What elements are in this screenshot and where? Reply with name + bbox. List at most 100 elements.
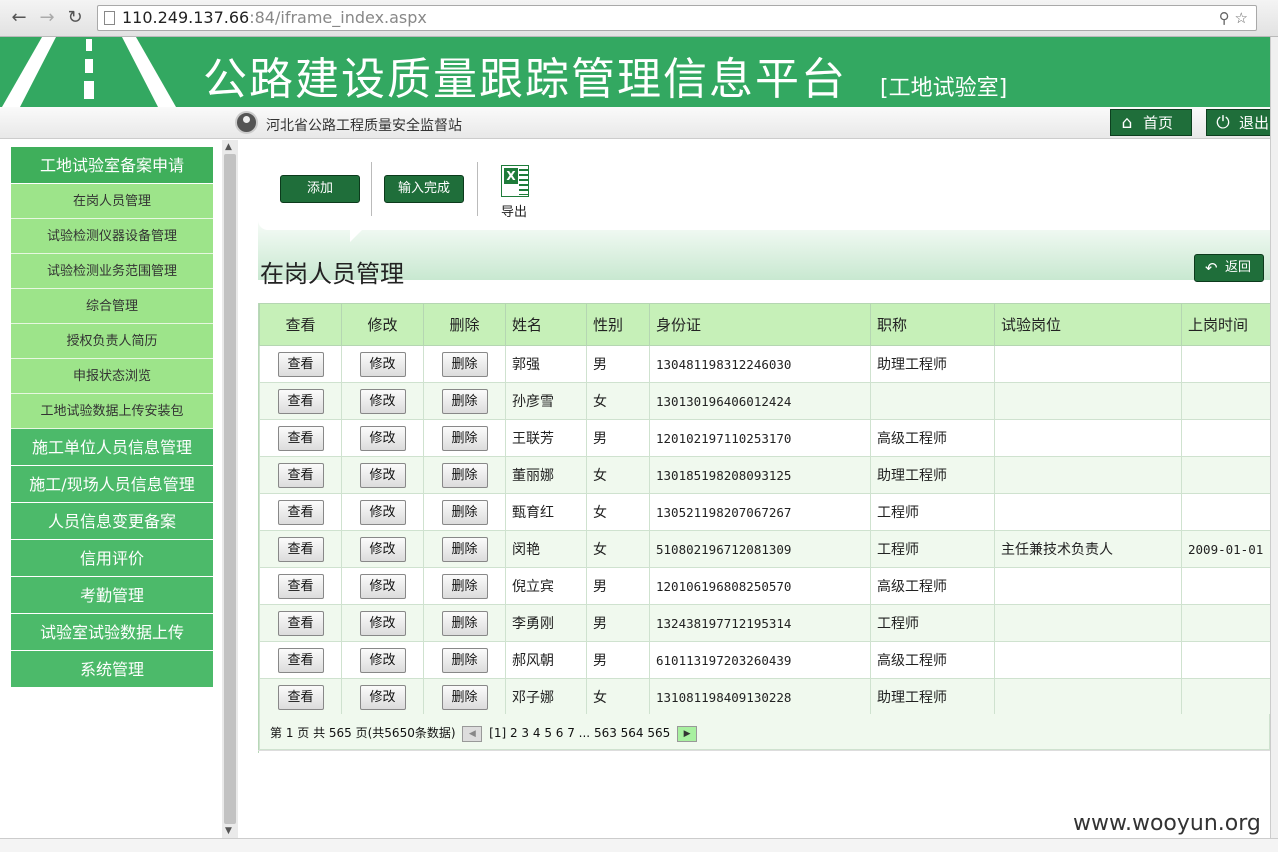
toolbar-pointer bbox=[350, 228, 364, 242]
table-row: 查看 修改 删除 孙彦雪女 130130196406012424 bbox=[259, 382, 1270, 420]
delete-button[interactable]: 删除 bbox=[441, 684, 488, 710]
view-button[interactable]: 查看 bbox=[277, 499, 324, 525]
pagination-summary: 第 1 页 共 565 页(共5650条数据) bbox=[270, 726, 456, 740]
page-links[interactable]: [1] 2 3 4 5 6 7 ... 563 564 565 bbox=[489, 726, 670, 740]
site-subtitle: [工地试验室] bbox=[880, 76, 1008, 101]
name-cell: 李勇刚 bbox=[505, 604, 587, 642]
excel-icon[interactable]: X bbox=[501, 165, 529, 197]
status-bar bbox=[0, 838, 1278, 852]
edit-cell: 修改 bbox=[341, 641, 424, 679]
sidebar-item[interactable]: 试验检测仪器设备管理 bbox=[11, 219, 213, 254]
view-button[interactable]: 查看 bbox=[277, 647, 324, 673]
delete-button[interactable]: 删除 bbox=[441, 351, 488, 377]
page-scrollbar[interactable] bbox=[1270, 37, 1278, 842]
reload-icon[interactable]: ↻ bbox=[64, 7, 86, 29]
sidebar-group[interactable]: 系统管理 bbox=[11, 651, 213, 688]
view-button[interactable]: 查看 bbox=[277, 536, 324, 562]
sidebar-item[interactable]: 申报状态浏览 bbox=[11, 359, 213, 394]
sidebar-group[interactable]: 施工单位人员信息管理 bbox=[11, 429, 213, 466]
sidebar-group[interactable]: 人员信息变更备案 bbox=[11, 503, 213, 540]
delete-button[interactable]: 删除 bbox=[441, 462, 488, 488]
scroll-up-icon[interactable]: ▲ bbox=[225, 142, 232, 152]
delete-button[interactable]: 删除 bbox=[441, 388, 488, 414]
input-done-button[interactable]: 输入完成 bbox=[384, 175, 464, 203]
post-cell bbox=[994, 641, 1182, 679]
sidebar-item[interactable]: 授权负责人简历 bbox=[11, 324, 213, 359]
edit-button[interactable]: 修改 bbox=[359, 610, 406, 636]
gender-cell: 女 bbox=[586, 456, 650, 494]
edit-cell: 修改 bbox=[341, 382, 424, 420]
address-bar[interactable]: 110.249.137.66:84/iframe_index.aspx ⚲ ☆ bbox=[97, 5, 1257, 31]
edit-button[interactable]: 修改 bbox=[359, 351, 406, 377]
sidebar-item[interactable]: 试验检测业务范围管理 bbox=[11, 254, 213, 289]
return-arrow-icon: ↶ bbox=[1205, 259, 1218, 277]
view-button[interactable]: 查看 bbox=[277, 462, 324, 488]
add-button[interactable]: 添加 bbox=[280, 175, 360, 203]
edit-button[interactable]: 修改 bbox=[359, 425, 406, 451]
delete-button[interactable]: 删除 bbox=[441, 536, 488, 562]
delete-cell: 删除 bbox=[423, 382, 506, 420]
bookmark-star-icon[interactable]: ☆ bbox=[1235, 9, 1248, 27]
view-cell: 查看 bbox=[259, 678, 342, 716]
edit-button[interactable]: 修改 bbox=[359, 536, 406, 562]
home-button[interactable]: ⌂ 首页 bbox=[1110, 109, 1192, 136]
delete-button[interactable]: 删除 bbox=[441, 573, 488, 599]
delete-button[interactable]: 删除 bbox=[441, 425, 488, 451]
sidebar-item[interactable]: 在岗人员管理 bbox=[11, 184, 213, 219]
sidebar-group[interactable]: 考勤管理 bbox=[11, 577, 213, 614]
id-cell: 510802196712081309 bbox=[649, 530, 871, 568]
start-cell bbox=[1181, 419, 1270, 457]
sidebar-group[interactable]: 施工/现场人员信息管理 bbox=[11, 466, 213, 503]
view-button[interactable]: 查看 bbox=[277, 610, 324, 636]
scroll-down-icon[interactable]: ▼ bbox=[225, 826, 232, 836]
view-button[interactable]: 查看 bbox=[277, 684, 324, 710]
view-button[interactable]: 查看 bbox=[277, 351, 324, 377]
export-button[interactable]: 导出 bbox=[501, 201, 527, 220]
delete-button[interactable]: 删除 bbox=[441, 610, 488, 636]
logout-button[interactable]: ⏻ 退出 bbox=[1206, 109, 1272, 136]
return-button[interactable]: ↶ 返回 bbox=[1194, 254, 1264, 282]
column-header: 性别 bbox=[586, 303, 650, 346]
content-divider bbox=[258, 750, 1270, 751]
table-row: 查看 修改 删除 甄育红女 130521198207067267 工程师 bbox=[259, 493, 1270, 531]
name-cell: 董丽娜 bbox=[505, 456, 587, 494]
delete-cell: 删除 bbox=[423, 493, 506, 531]
sidebar-scrollbar[interactable]: ▲ ▼ bbox=[222, 140, 238, 838]
sidebar-group[interactable]: 试验室试验数据上传 bbox=[11, 614, 213, 651]
view-button[interactable]: 查看 bbox=[277, 388, 324, 414]
back-arrow-icon[interactable]: ← bbox=[8, 7, 30, 29]
title-cell: 工程师 bbox=[870, 604, 995, 642]
next-page-icon[interactable]: ▶ bbox=[677, 725, 698, 742]
view-button[interactable]: 查看 bbox=[277, 573, 324, 599]
scroll-thumb[interactable] bbox=[224, 154, 236, 824]
sidebar-item[interactable]: 工地试验数据上传安装包 bbox=[11, 394, 213, 429]
title-cell: 高级工程师 bbox=[870, 419, 995, 457]
name-cell: 倪立宾 bbox=[505, 567, 587, 605]
view-cell: 查看 bbox=[259, 345, 342, 383]
url-host: 110.249.137.66 bbox=[122, 8, 250, 27]
sidebar-item[interactable]: 综合管理 bbox=[11, 289, 213, 324]
sidebar-group[interactable]: 工地试验室备案申请 bbox=[11, 147, 213, 184]
edit-button[interactable]: 修改 bbox=[359, 573, 406, 599]
edit-button[interactable]: 修改 bbox=[359, 388, 406, 414]
key-icon[interactable]: ⚲ bbox=[1219, 9, 1230, 27]
view-button[interactable]: 查看 bbox=[277, 425, 324, 451]
edit-button[interactable]: 修改 bbox=[359, 647, 406, 673]
user-avatar-icon bbox=[235, 111, 258, 134]
table-row: 查看 修改 删除 郭强男 130481198312246030 助理工程师 bbox=[259, 345, 1270, 383]
edit-button[interactable]: 修改 bbox=[359, 462, 406, 488]
edit-button[interactable]: 修改 bbox=[359, 684, 406, 710]
pagination-bar: 第 1 页 共 565 页(共5650条数据) ◀ [1] 2 3 4 5 6 … bbox=[259, 714, 1270, 750]
edit-button[interactable]: 修改 bbox=[359, 499, 406, 525]
prev-page-icon[interactable]: ◀ bbox=[462, 725, 483, 742]
title-cell: 助理工程师 bbox=[870, 678, 995, 716]
start-cell bbox=[1181, 641, 1270, 679]
delete-button[interactable]: 删除 bbox=[441, 499, 488, 525]
view-cell: 查看 bbox=[259, 419, 342, 457]
delete-button[interactable]: 删除 bbox=[441, 647, 488, 673]
sidebar-group[interactable]: 信用评价 bbox=[11, 540, 213, 577]
forward-arrow-icon[interactable]: → bbox=[36, 7, 58, 29]
table-row: 查看 修改 删除 闵艳女 510802196712081309 工程师 主任兼技术负责人 20… bbox=[259, 530, 1270, 568]
delete-cell: 删除 bbox=[423, 530, 506, 568]
url-path: /iframe_index.aspx bbox=[274, 8, 427, 27]
